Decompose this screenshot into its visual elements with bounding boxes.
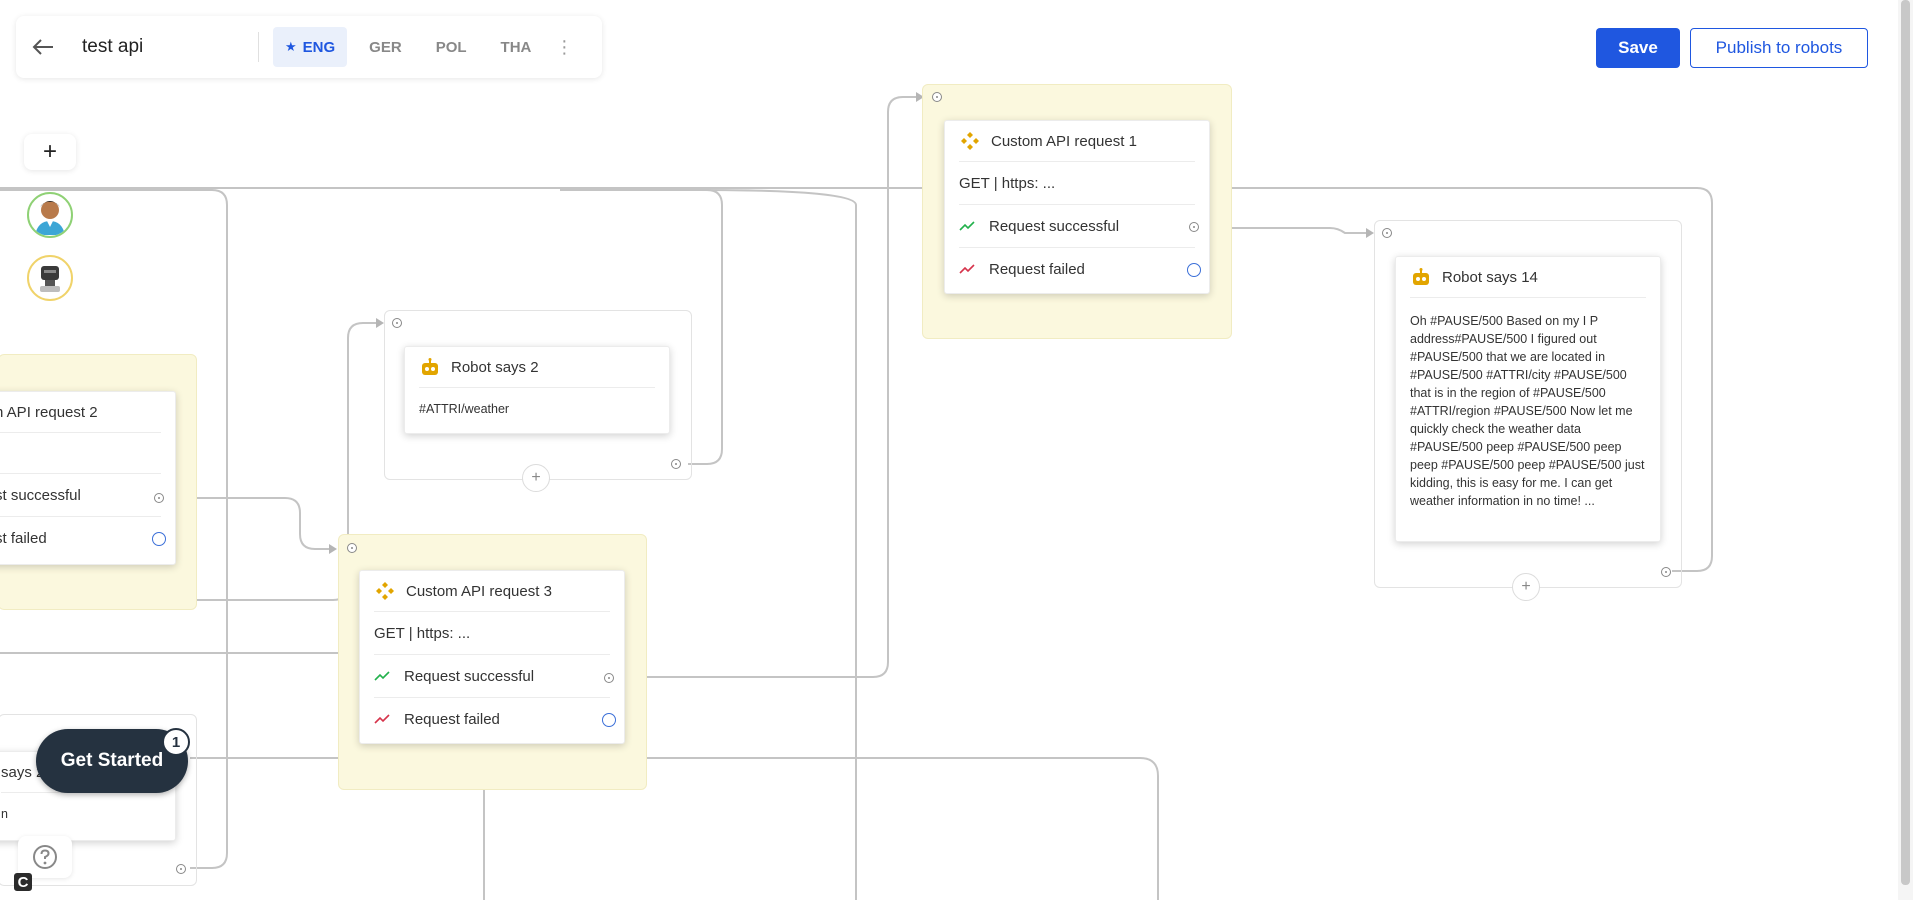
- request-failed-label: Request failed: [989, 260, 1085, 278]
- add-node-button[interactable]: +: [1512, 573, 1540, 601]
- language-tabs: ★ ENG GER POL THA ⋮: [273, 27, 573, 67]
- plus-icon: +: [42, 138, 57, 165]
- output-port[interactable]: [671, 459, 681, 469]
- output-port[interactable]: [1661, 567, 1671, 577]
- output-port[interactable]: [176, 864, 186, 874]
- input-port[interactable]: [932, 92, 942, 102]
- output-port-failed[interactable]: [602, 713, 616, 727]
- flow-header: test api ★ ENG GER POL THA ⋮: [16, 16, 602, 78]
- person-avatar-icon: [35, 201, 65, 235]
- request-method-url: GET | https: ...: [374, 624, 471, 642]
- publish-to-robots-button[interactable]: Publish to robots: [1690, 28, 1868, 68]
- scrollbar-thumb[interactable]: [1901, 0, 1910, 885]
- output-port-failed[interactable]: [152, 532, 166, 546]
- robot-message-text: Oh #PAUSE/500 Based on my I P address#PA…: [1410, 314, 1645, 508]
- c-logo-icon[interactable]: C: [14, 873, 32, 891]
- trend-down-icon: [959, 264, 977, 274]
- back-button[interactable]: [16, 16, 70, 78]
- node-custom-api-request-3[interactable]: Custom API request 3 GET | https: ... Re…: [359, 570, 625, 744]
- node-api-request-2[interactable]: n API request 2 st successful st failed: [0, 391, 176, 565]
- node-title: Custom API request 3: [406, 582, 552, 600]
- node-title: Robot says 2: [451, 358, 539, 376]
- arrow-left-icon: [32, 39, 53, 55]
- robot-message-text: #ATTRI/weather: [419, 402, 510, 416]
- flow-canvas[interactable]: n API request 2 st successful st failed …: [0, 0, 1913, 900]
- robot-avatar-icon: [40, 266, 60, 292]
- output-port-success[interactable]: [1189, 222, 1199, 232]
- node-custom-api-request-1[interactable]: Custom API request 1 GET | https: ... Re…: [944, 120, 1210, 294]
- avatar-robot[interactable]: [27, 255, 73, 301]
- node-robot-says-2[interactable]: Robot says 2 #ATTRI/weather: [404, 346, 670, 434]
- robot-icon: [1410, 266, 1432, 288]
- more-vertical-icon[interactable]: ⋮: [555, 37, 573, 58]
- node-title: Robot says 14: [1442, 268, 1538, 286]
- node-title: Custom API request 1: [991, 132, 1137, 150]
- request-failed-label: Request failed: [404, 710, 500, 728]
- api-icon: [959, 130, 981, 152]
- notification-badge: 1: [162, 728, 190, 756]
- add-node-button[interactable]: +: [522, 464, 550, 492]
- lang-tab-ger[interactable]: GER: [357, 27, 414, 67]
- lang-tab-tha[interactable]: THA: [489, 27, 544, 67]
- star-icon: ★: [285, 39, 297, 54]
- request-successful-label: Request successful: [404, 667, 535, 685]
- vertical-scrollbar[interactable]: [1898, 0, 1913, 900]
- add-button[interactable]: +: [24, 134, 76, 170]
- request-successful-label: st successful: [0, 486, 81, 504]
- node-robot-says-14[interactable]: Robot says 14 Oh #PAUSE/500 Based on my …: [1395, 256, 1661, 542]
- robot-icon: [419, 356, 441, 378]
- trend-up-icon: [959, 221, 977, 231]
- output-port-success[interactable]: [604, 673, 614, 683]
- input-port[interactable]: [347, 543, 357, 553]
- node-title: n API request 2: [0, 403, 98, 421]
- plus-icon: +: [1521, 578, 1531, 595]
- help-button[interactable]: [18, 836, 72, 878]
- divider: [258, 32, 259, 62]
- request-failed-label: st failed: [0, 529, 47, 547]
- api-icon: [374, 580, 396, 602]
- trend-down-icon: [374, 714, 392, 724]
- output-port-failed[interactable]: [1187, 263, 1201, 277]
- plus-icon: +: [531, 469, 541, 486]
- flow-title[interactable]: test api: [70, 36, 242, 58]
- input-port[interactable]: [392, 318, 402, 328]
- request-method-url: GET | https: ...: [959, 174, 1056, 192]
- save-button[interactable]: Save: [1596, 28, 1680, 68]
- question-icon: [33, 845, 57, 869]
- trend-up-icon: [374, 671, 392, 681]
- input-port[interactable]: [1382, 228, 1392, 238]
- robot-message-text: n: [1, 807, 8, 821]
- request-successful-label: Request successful: [989, 217, 1120, 235]
- output-port-success[interactable]: [154, 493, 164, 503]
- lang-tab-pol[interactable]: POL: [424, 27, 479, 67]
- lang-tab-eng[interactable]: ★ ENG: [273, 27, 348, 67]
- avatar-user[interactable]: [27, 192, 73, 238]
